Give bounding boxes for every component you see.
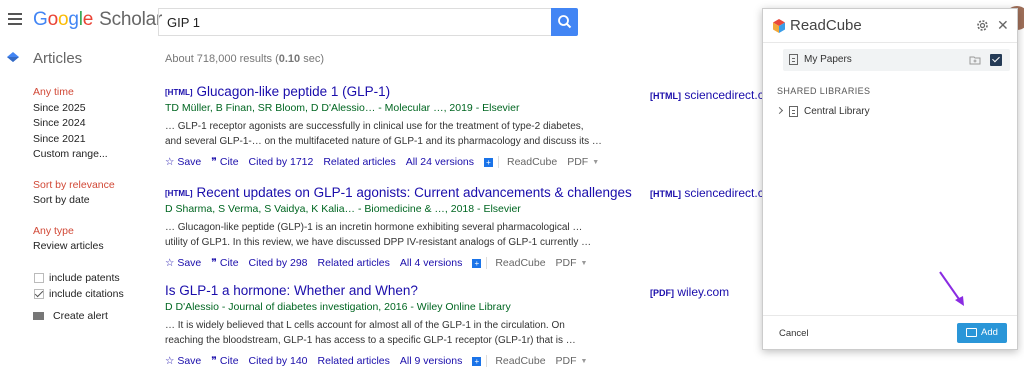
readcube-header: ReadCube ✕	[763, 9, 1017, 43]
shared-libraries-heading: SHARED LIBRARIES	[777, 86, 871, 96]
checkbox[interactable]	[34, 273, 44, 284]
result-actions: ☆ Save ❞ Cite Cited by 140 Related artic…	[165, 355, 635, 367]
readcube-plus-icon[interactable]: +	[472, 356, 482, 366]
sort-by-date[interactable]: Sort by date	[33, 194, 153, 210]
search-result: [HTML] Glucagon-like peptide 1 (GLP-1) TD…	[165, 84, 635, 168]
library-my-papers[interactable]: My Papers	[783, 49, 1010, 71]
checkbox-checked[interactable]	[34, 288, 44, 299]
search-result: [HTML] Recent updates on GLP-1 agonists: …	[165, 185, 635, 269]
search-icon	[558, 15, 572, 29]
envelope-icon	[33, 311, 44, 320]
readcube-plus-icon[interactable]: +	[484, 157, 493, 167]
result-title-link[interactable]: Is GLP-1 a hormone: Whether and When?	[165, 283, 635, 298]
cancel-button[interactable]: Cancel	[779, 328, 809, 339]
readcube-link[interactable]: ReadCube	[495, 355, 545, 367]
close-icon[interactable]: ✕	[997, 17, 1009, 34]
document-icon	[789, 106, 798, 117]
pdf-link[interactable]: PDF	[567, 156, 588, 168]
filter-any-time[interactable]: Any time	[33, 86, 153, 102]
chevron-down-icon[interactable]: ▼	[581, 260, 588, 267]
filter-custom-range[interactable]: Custom range...	[33, 148, 153, 164]
scholar-cap-icon	[7, 52, 19, 62]
result-actions: ☆ Save ❞ Cite Cited by 1712 Related arti…	[165, 156, 635, 168]
versions-link[interactable]: All 4 versions	[400, 257, 462, 269]
my-papers-checkbox[interactable]	[990, 54, 1002, 66]
result-count: About 718,000 results (0.10 sec)	[165, 53, 325, 65]
section-title[interactable]: Articles	[33, 50, 82, 67]
result-title-link[interactable]: [HTML] Recent updates on GLP-1 agonists: …	[165, 185, 635, 200]
versions-link[interactable]: All 9 versions	[400, 355, 462, 367]
folder-add-icon[interactable]	[969, 55, 981, 65]
cite-link[interactable]: ❞ Cite	[211, 257, 238, 269]
cite-link[interactable]: ❞ Cite	[211, 355, 238, 367]
menu-icon[interactable]	[8, 13, 22, 25]
readcube-logo-icon	[773, 19, 785, 33]
save-link[interactable]: ☆ Save	[165, 257, 201, 269]
pdf-link[interactable]: PDF	[556, 355, 577, 367]
search-button[interactable]	[551, 8, 578, 36]
cite-link[interactable]: ❞ Cite	[211, 156, 238, 168]
result-authors: D Sharma, S Verma, S Vaidya, K Kalia… - …	[165, 203, 521, 215]
chevron-down-icon[interactable]: ▼	[581, 358, 588, 365]
gear-icon[interactable]	[976, 19, 989, 32]
search-input[interactable]: GIP 1	[158, 8, 552, 36]
save-link[interactable]: ☆ Save	[165, 156, 201, 168]
readcube-panel: ReadCube ✕ My Papers SHARED LIBRARIES Ce…	[762, 8, 1018, 350]
library-label: Central Library	[804, 106, 870, 117]
result-snippet: … GLP-1 receptor agonists are successful…	[165, 121, 602, 147]
related-articles-link[interactable]: Related articles	[323, 156, 395, 168]
readcube-link[interactable]: ReadCube	[495, 257, 545, 269]
library-label: My Papers	[804, 54, 852, 65]
result-snippet: … Glucagon-like peptide (GLP)-1 is an in…	[165, 222, 592, 248]
filter-sidebar: Any time Since 2025 Since 2024 Since 202…	[33, 86, 153, 322]
search-result: Is GLP-1 a hormone: Whether and When? D …	[165, 283, 635, 367]
cited-by-link[interactable]: Cited by 140	[249, 355, 308, 367]
readcube-title: ReadCube	[790, 17, 862, 34]
readcube-plus-icon[interactable]: +	[472, 258, 482, 268]
versions-link[interactable]: All 24 versions	[406, 156, 474, 168]
filter-since-2025[interactable]: Since 2025	[33, 102, 153, 118]
pdf-link[interactable]: PDF	[556, 257, 577, 269]
result-actions: ☆ Save ❞ Cite Cited by 298 Related artic…	[165, 257, 635, 269]
sort-by-relevance[interactable]: Sort by relevance	[33, 179, 153, 195]
chevron-right-icon[interactable]	[775, 106, 784, 115]
full-text-link[interactable]: [HTML] sciencedirect.c	[650, 88, 764, 102]
full-text-link[interactable]: [HTML] sciencedirect.c	[650, 186, 764, 200]
result-authors: TD Müller, B Finan, SR Bloom, D D'Alessi…	[165, 102, 520, 114]
full-text-link[interactable]: [PDF] wiley.com	[650, 285, 729, 299]
related-articles-link[interactable]: Related articles	[318, 257, 390, 269]
library-central[interactable]: Central Library	[775, 105, 977, 119]
filter-any-type[interactable]: Any type	[33, 225, 153, 241]
filter-since-2021[interactable]: Since 2021	[33, 133, 153, 149]
related-articles-link[interactable]: Related articles	[318, 355, 390, 367]
chevron-down-icon[interactable]: ▼	[592, 159, 599, 166]
readcube-link[interactable]: ReadCube	[507, 156, 557, 168]
save-link[interactable]: ☆ Save	[165, 355, 201, 367]
filter-since-2024[interactable]: Since 2024	[33, 117, 153, 133]
annotation-arrow-icon	[939, 271, 964, 306]
result-title-link[interactable]: [HTML] Glucagon-like peptide 1 (GLP-1)	[165, 84, 635, 99]
filter-review-articles[interactable]: Review articles	[33, 240, 153, 256]
google-scholar-logo[interactable]: Google Scholar	[33, 9, 162, 31]
result-snippet: … It is widely believed that L cells acc…	[165, 320, 576, 346]
cited-by-link[interactable]: Cited by 298	[249, 257, 308, 269]
folder-add-icon	[966, 328, 977, 337]
result-authors: D D'Alessio - Journal of diabetes invest…	[165, 301, 511, 313]
include-patents-toggle[interactable]: include patents	[34, 271, 153, 287]
cited-by-link[interactable]: Cited by 1712	[249, 156, 314, 168]
document-icon	[789, 54, 798, 65]
create-alert-link[interactable]: Create alert	[33, 310, 153, 322]
readcube-footer: Cancel Add	[763, 315, 1017, 349]
include-citations-toggle[interactable]: include citations	[34, 286, 153, 302]
add-button[interactable]: Add	[957, 323, 1007, 343]
